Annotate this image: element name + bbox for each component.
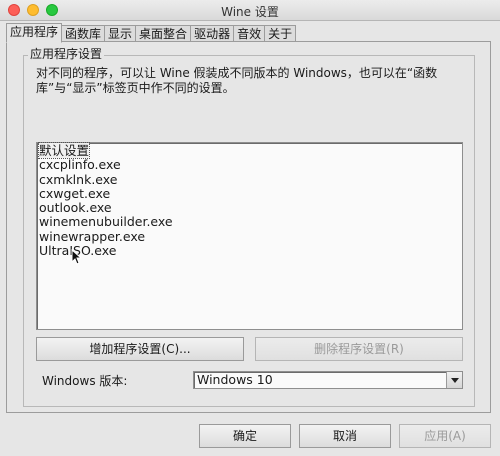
list-item[interactable]: winewrapper.exe — [39, 229, 460, 244]
windows-version-value: Windows 10 — [197, 372, 273, 387]
list-item[interactable]: winemenubuilder.exe — [39, 215, 460, 230]
ok-button[interactable]: 确定 — [199, 424, 291, 448]
list-item[interactable]: outlook.exe — [39, 200, 460, 215]
list-item-default[interactable]: 默认设置 — [37, 142, 460, 159]
list-item[interactable]: UltraISO.exe — [39, 243, 460, 258]
tab-applications[interactable]: 应用程序 — [6, 23, 63, 43]
description-text: 对不同的程序，可以让 Wine 假装成不同版本的 Windows，也可以在“函数… — [36, 66, 438, 95]
list-item[interactable]: cxcplinfo.exe — [39, 157, 460, 172]
tab-libraries[interactable]: 函数库 — [61, 25, 106, 42]
title-bar: Wine 设置 — [0, 0, 500, 21]
application-list[interactable]: 默认设置 cxcplinfo.exe cxmklnk.exe cxwget.ex… — [36, 142, 463, 330]
tab-about[interactable]: 关于 — [264, 25, 297, 42]
cancel-button[interactable]: 取消 — [299, 424, 391, 448]
window-title: Wine 设置 — [221, 5, 279, 19]
mouse-pointer-icon — [71, 249, 81, 265]
windows-version-select[interactable]: Windows 10 — [193, 371, 463, 389]
remove-application-button[interactable]: 删除程序设置(R) — [255, 337, 463, 361]
tab-graphics[interactable]: 显示 — [104, 25, 137, 42]
wine-config-window: Wine 设置 应用程序 函数库 显示 桌面整合 驱动器 音效 关于 应用程序设… — [0, 0, 500, 456]
group-title: 应用程序设置 — [28, 47, 105, 61]
list-item[interactable]: cxwget.exe — [39, 186, 460, 201]
tab-drives[interactable]: 驱动器 — [190, 25, 235, 42]
tab-desktop-integration[interactable]: 桌面整合 — [135, 25, 192, 42]
tab-audio[interactable]: 音效 — [233, 25, 266, 42]
windows-version-label: Windows 版本: — [42, 374, 128, 388]
add-application-button[interactable]: 增加程序设置(C)... — [36, 337, 244, 361]
tab-bar: 应用程序 函数库 显示 桌面整合 驱动器 音效 关于 — [6, 23, 297, 43]
chevron-down-icon[interactable] — [446, 372, 462, 388]
list-item[interactable]: cxmklnk.exe — [39, 172, 460, 187]
apply-button[interactable]: 应用(A) — [399, 424, 491, 448]
